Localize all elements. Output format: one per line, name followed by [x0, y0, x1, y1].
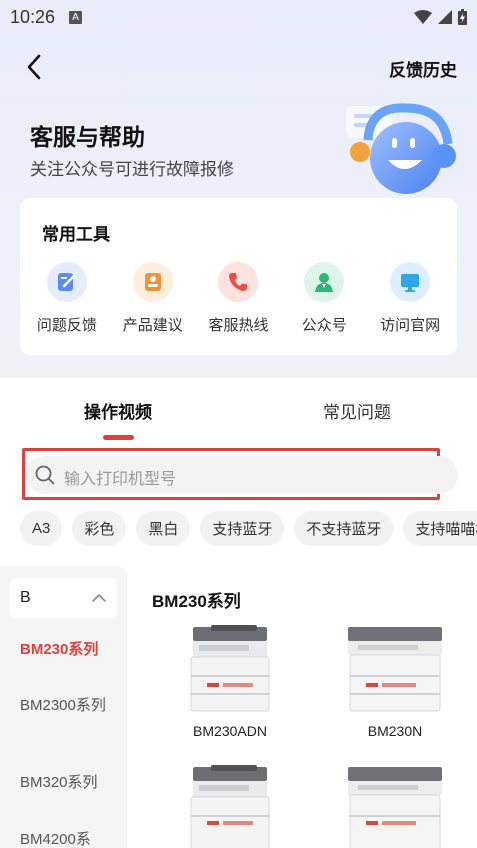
product-name: BM230ADN	[193, 723, 267, 739]
search-icon	[35, 465, 55, 485]
tools-row: 问题反馈 产品建议 客服热线 公众号 访问官网	[20, 262, 457, 335]
tool-hotline[interactable]: 客服热线	[196, 262, 282, 335]
search-highlight-box	[22, 448, 458, 500]
search-bar[interactable]	[26, 456, 458, 494]
tool-feedback[interactable]: 问题反馈	[24, 262, 110, 335]
chip-a3[interactable]: A3	[20, 511, 63, 546]
monitor-icon	[390, 262, 431, 302]
tab-videos[interactable]: 操作视频	[84, 398, 152, 423]
common-tools-card: 常用工具 问题反馈 产品建议 客服热线 公众号 访问官网	[20, 198, 457, 355]
product-card[interactable]	[170, 765, 290, 848]
user-icon	[304, 262, 345, 302]
product-card[interactable]: BM230N	[335, 625, 455, 739]
edit-icon	[46, 262, 87, 302]
chip-miaomiao[interactable]: 支持喵喵相	[403, 511, 477, 546]
tool-label: 产品建议	[122, 317, 183, 334]
suggestion-icon	[132, 262, 173, 302]
signal-icon	[438, 10, 452, 24]
status-bar: 10:26 A	[0, 0, 477, 34]
page-title: 客服与帮助	[30, 124, 145, 150]
chip-color[interactable]: 彩色	[72, 511, 127, 546]
product-name: BM230N	[367, 723, 423, 739]
tool-label: 访问官网	[380, 317, 441, 334]
tool-official-account[interactable]: 公众号	[281, 262, 367, 335]
feedback-history-link[interactable]: 反馈历史	[389, 56, 457, 81]
printer-image	[190, 625, 270, 712]
printer-image	[348, 627, 442, 712]
chip-no-bluetooth[interactable]: 不支持蓝牙	[294, 511, 394, 546]
printer-image	[190, 765, 270, 848]
series-letter-select[interactable]: B	[10, 578, 117, 618]
tab-bar: 操作视频 常见问题	[0, 378, 477, 440]
chip-mono[interactable]: 黑白	[136, 511, 191, 546]
tool-label: 公众号	[301, 317, 347, 334]
back-button[interactable]	[18, 50, 50, 84]
chip-bluetooth[interactable]: 支持蓝牙	[200, 511, 285, 546]
page-subtitle: 关注公众号可进行故障报修	[30, 160, 234, 179]
product-card[interactable]	[335, 765, 455, 848]
sidebar-item-bm230[interactable]: BM230系列	[20, 637, 110, 662]
tab-faq[interactable]: 常见问题	[323, 398, 391, 423]
sidebar-item-bm320[interactable]: BM320系列	[20, 770, 110, 795]
tool-website[interactable]: 访问官网	[367, 262, 453, 335]
tool-label: 客服热线	[208, 317, 269, 334]
sidebar-item-bm4200[interactable]: BM4200系	[20, 827, 110, 848]
status-icons	[414, 9, 467, 25]
notification-icon: A	[69, 10, 83, 24]
tool-suggestion[interactable]: 产品建议	[110, 262, 196, 335]
filter-chips: A3 彩色 黑白 支持蓝牙 不支持蓝牙 支持喵喵相	[20, 511, 477, 547]
support-agent-illustration	[346, 103, 456, 194]
tools-title: 常用工具	[42, 225, 110, 244]
chevron-left-icon	[27, 54, 41, 80]
tool-label: 问题反馈	[36, 317, 97, 334]
product-card[interactable]: BM230ADN	[170, 625, 290, 739]
phone-icon	[218, 262, 259, 302]
series-heading: BM230系列	[152, 592, 241, 611]
status-time: 10:26	[10, 6, 56, 27]
printer-image	[348, 767, 442, 848]
wifi-icon	[414, 10, 432, 24]
tab-indicator	[103, 435, 134, 440]
battery-icon	[458, 9, 467, 25]
series-letter: B	[20, 589, 31, 606]
search-input[interactable]	[64, 466, 424, 494]
chevron-up-icon	[92, 593, 106, 602]
sidebar-item-bm2300[interactable]: BM2300系列	[20, 693, 110, 718]
